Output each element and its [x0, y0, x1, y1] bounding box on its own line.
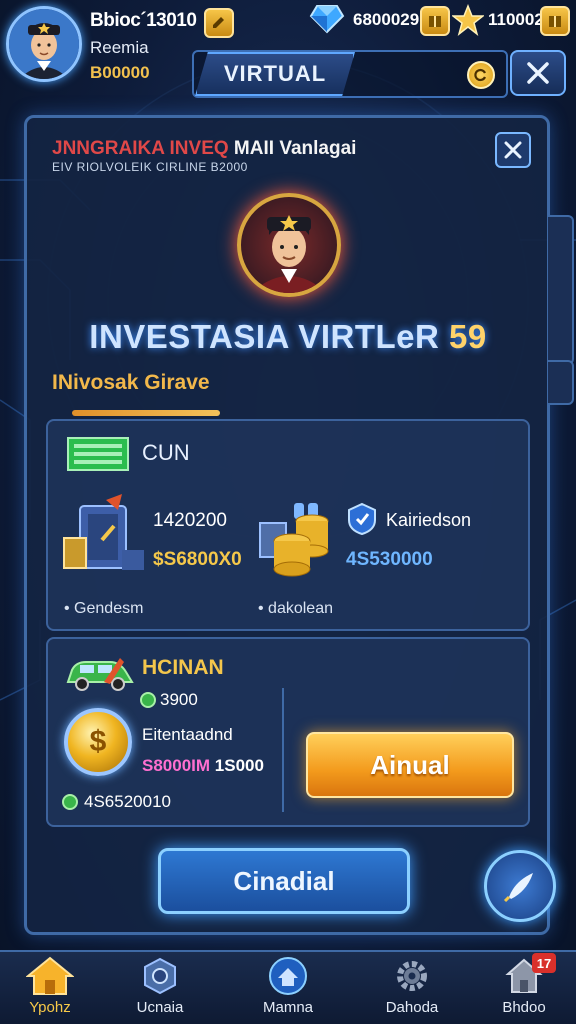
nav-label-home: Ypohz	[29, 999, 71, 1016]
nav-item-market[interactable]: Mamna	[238, 950, 338, 1024]
close-icon	[527, 62, 549, 84]
card2-divider	[282, 688, 284, 812]
close-top-button[interactable]	[510, 50, 566, 96]
dollar-coin-icon: $	[64, 708, 132, 776]
rocket-icon	[503, 873, 533, 903]
hero-portrait	[237, 193, 341, 297]
card2-title: HCINAN	[142, 656, 224, 679]
card1-item1-value: 1420200	[153, 510, 227, 531]
star-icon	[452, 4, 484, 36]
card2-bottom-value: 4S6520010	[84, 792, 171, 811]
coin-stack-icon	[259, 503, 329, 577]
panel-close-button[interactable]	[495, 132, 531, 168]
market-icon	[269, 957, 307, 995]
panel-title-white: MAII Vanlagai	[228, 138, 357, 159]
green-dot-icon	[62, 794, 78, 810]
pencil-icon	[213, 17, 224, 28]
add-stars-button[interactable]	[540, 6, 570, 36]
panel-subtitle: EIV RIOLVOLEIK CIRLINE B2000	[52, 160, 248, 174]
player-name: Bbioc´13010	[90, 10, 197, 31]
card1-footer-left: • Gendesm	[64, 600, 144, 617]
add-gems-button[interactable]	[420, 6, 450, 36]
hero-title: INVESTASIA VIRTLeR 59	[0, 318, 576, 356]
safe-icon	[63, 494, 144, 570]
gem-icon	[309, 5, 345, 34]
launch-button[interactable]	[484, 850, 556, 922]
nav-label-market: Mamna	[262, 999, 314, 1016]
nav-item-vault[interactable]: Ucnaia	[110, 950, 210, 1024]
home-icon	[26, 956, 74, 995]
hero-title-number: 59	[449, 318, 487, 355]
card2-bottom: 4S6520010	[62, 792, 171, 812]
cash-icon	[67, 437, 129, 471]
nav-label-vault: Ucnaia	[136, 999, 184, 1016]
hero-title-text: INVESTASIA VIRTLeR	[89, 318, 440, 355]
notification-badge: 17	[532, 953, 556, 973]
box-icon	[549, 16, 561, 27]
hero-underline	[72, 410, 220, 416]
coin-icon[interactable]	[467, 61, 495, 89]
gear-icon	[397, 961, 427, 991]
edit-profile-button[interactable]	[204, 8, 234, 38]
card2-stat: 3900	[140, 690, 198, 710]
main-action-button[interactable]: Cinadial	[158, 848, 410, 914]
nav-label-settings: Dahoda	[385, 999, 439, 1016]
card2-price: S8000IM 1S000	[142, 756, 264, 776]
panel-title-red: JNNGRAIKA INVEQ	[52, 138, 229, 159]
card2-price-primary: S8000IM	[142, 756, 211, 775]
card1-footer-right-text: dakolean	[268, 600, 333, 617]
player-subtitle: Reemia	[90, 38, 149, 57]
card1-footer-right: • dakolean	[258, 600, 333, 617]
panel-title: JNNGRAIKA INVEQ MAII Vanlagai	[52, 138, 356, 160]
card1-footer-left-text: Gendesm	[74, 600, 144, 617]
player-portrait-icon	[9, 9, 79, 79]
shield-icon	[348, 502, 376, 536]
annual-button[interactable]: Ainual	[306, 732, 514, 798]
nav-item-settings[interactable]: Dahoda	[362, 950, 462, 1024]
card2-label: Eitentaadnd	[142, 725, 233, 744]
refresh-icon	[474, 68, 487, 82]
player-avatar[interactable]	[6, 6, 82, 82]
car-icon	[66, 658, 134, 691]
card1-item1-price: $S6800X0	[153, 549, 242, 570]
green-dot-icon	[140, 692, 156, 708]
virtual-tab[interactable]: VIRTUAL	[195, 52, 355, 96]
resource-gems-value: 6800029	[353, 10, 420, 29]
card1-title: CUN	[142, 440, 190, 465]
vault-icon	[144, 957, 176, 995]
box-icon	[429, 16, 441, 27]
hero-subtitle: INivosak Girave	[52, 371, 210, 394]
card1-item2-label: Kairiedson	[386, 510, 472, 530]
nav-item-home[interactable]: Ypohz	[0, 950, 100, 1024]
nav-label-shop: Bhdoo	[502, 999, 546, 1016]
resource-stars-value: 110002	[488, 10, 544, 29]
nav-item-shop[interactable]: Bhdoo	[474, 950, 574, 1024]
side-tab-lower[interactable]	[548, 360, 574, 405]
investor-portrait-icon	[251, 215, 327, 293]
close-icon	[504, 141, 522, 159]
player-coins: B00000	[90, 63, 150, 82]
card2-price-secondary: 1S000	[214, 756, 264, 775]
card2-stat-value: 3900	[160, 690, 198, 709]
card1-item2-price: 4S530000	[346, 549, 433, 570]
